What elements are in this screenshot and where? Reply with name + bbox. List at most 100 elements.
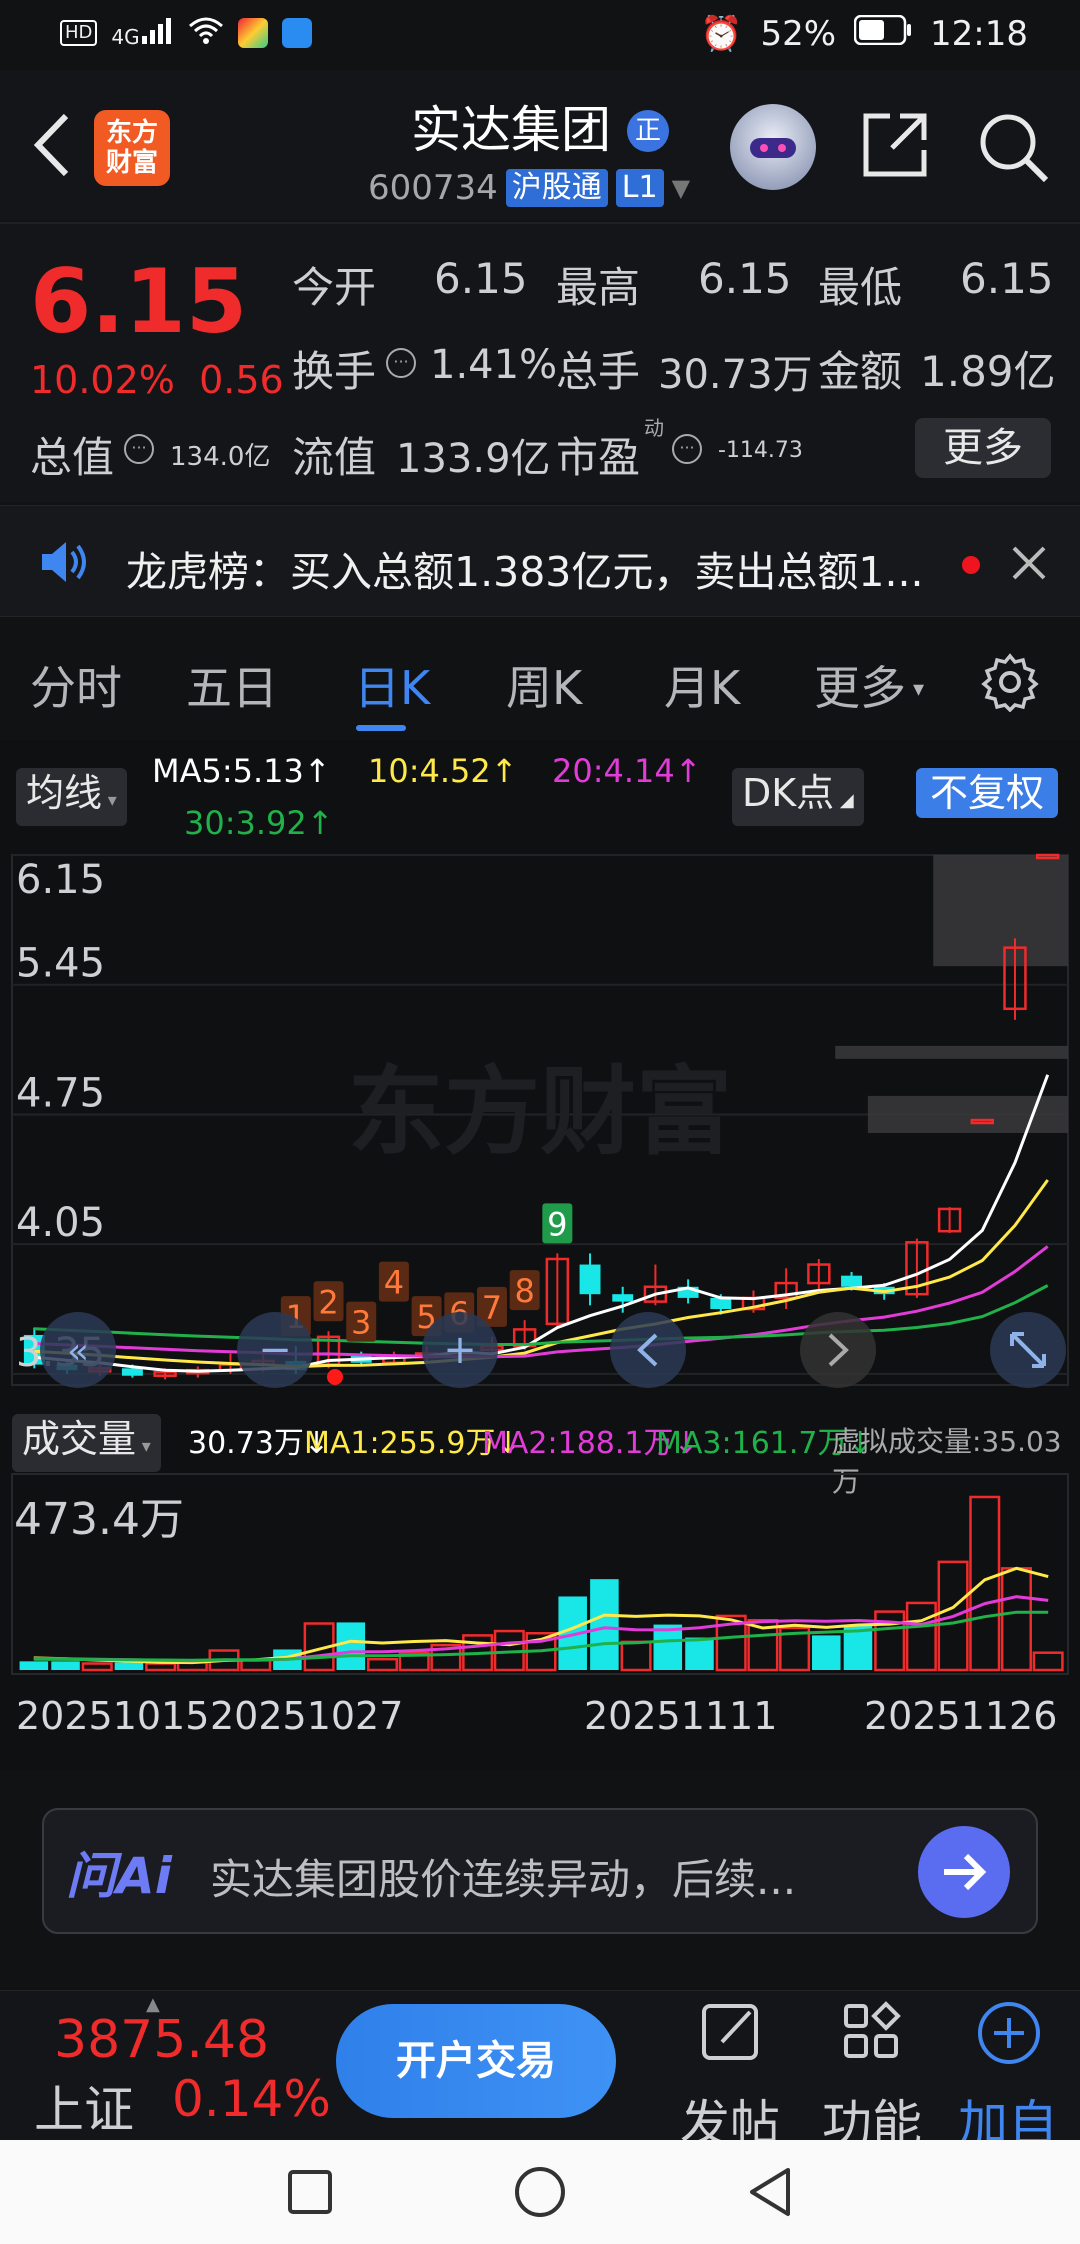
tab-daily-k[interactable]: 日K xyxy=(354,652,430,718)
signal-icon: 4G xyxy=(111,17,173,49)
ma30-label: 30:3.92↑ xyxy=(184,804,334,842)
watermark: 东方财富 xyxy=(348,1056,732,1168)
y-tick-label: 4.05 xyxy=(16,1200,105,1246)
post-edit-icon[interactable] xyxy=(700,2000,764,2068)
hd-indicator: HD xyxy=(60,20,98,46)
td-sequence: 123456789 xyxy=(280,1203,573,1342)
candle-body xyxy=(579,1264,601,1295)
index-change[interactable]: 0.14% xyxy=(172,2070,331,2128)
low-label: 最低 xyxy=(818,263,903,312)
adjust-button[interactable]: 不复权 xyxy=(916,768,1059,818)
price-zone-shading xyxy=(835,855,1068,1133)
tab-weekly-k[interactable]: 周K xyxy=(506,652,582,718)
close-icon[interactable] xyxy=(1010,544,1048,586)
td-count: 7 xyxy=(482,1289,502,1327)
robot-avatar-icon[interactable] xyxy=(730,104,816,190)
recent-apps-icon[interactable] xyxy=(286,2168,334,2220)
share-icon[interactable] xyxy=(860,110,930,184)
td-count: 8 xyxy=(514,1272,534,1310)
last-price: 6.15 xyxy=(30,250,248,353)
search-icon[interactable] xyxy=(976,110,1050,188)
zoom-in-glyph: + xyxy=(443,1327,477,1373)
tab-monthly-k[interactable]: 月K xyxy=(664,652,740,718)
volume-max-label: 473.4万 xyxy=(14,1494,184,1545)
dk-point-marker xyxy=(327,1369,343,1385)
app-notification-icon xyxy=(237,18,268,48)
stock-code-row[interactable]: 600734 沪股通 L1 ▼ xyxy=(368,168,690,208)
ai-brand: 问Ai xyxy=(66,1847,172,1905)
more-quote-button[interactable]: 更多 xyxy=(915,418,1051,478)
speaker-icon xyxy=(38,540,90,588)
volume-bar xyxy=(51,1661,80,1670)
ma10-label: 10:4.52↑ xyxy=(368,752,518,790)
stock-code: 600734 xyxy=(368,168,498,208)
td-count: 9 xyxy=(547,1205,567,1243)
volume-bar xyxy=(685,1637,714,1670)
volume-bar xyxy=(114,1662,144,1670)
high-label: 最高 xyxy=(556,263,641,312)
settings-gear-icon[interactable] xyxy=(980,652,1040,716)
y-ticks: 6.155.454.754.053.35 xyxy=(16,857,105,1376)
status-left: HD 4G xyxy=(60,16,312,50)
tab-intraday[interactable]: 分时 xyxy=(30,652,122,718)
amount-value: 1.89亿 xyxy=(920,347,1056,396)
corner-arrow-icon: ◢ xyxy=(834,790,854,811)
home-icon[interactable] xyxy=(512,2164,568,2224)
info-dots-icon[interactable]: ··· xyxy=(386,348,416,378)
change-abs: 0.56 xyxy=(199,358,284,402)
amount-label: 金额 xyxy=(818,347,903,396)
volume-bar xyxy=(1000,1567,1032,1672)
open-account-trade-button[interactable]: 开户交易 xyxy=(336,2004,616,2118)
pressure-zone xyxy=(933,855,1068,967)
volume-select-button[interactable]: 成交量 ▾ xyxy=(12,1414,161,1472)
index-value[interactable]: 3875.48 xyxy=(54,2010,269,2070)
dk-point-button[interactable]: DK点 ◢ xyxy=(732,768,864,826)
caret-down-icon: ▾ xyxy=(136,1436,151,1457)
ma5-label: MA5:5.13↑ xyxy=(152,752,331,790)
kline-chart[interactable]: 东方财富 123456789 6.155.454.754.053.35 « − … xyxy=(0,845,1080,1405)
nav-back-icon[interactable] xyxy=(744,2164,796,2224)
float-label: 流值 xyxy=(292,433,377,482)
volume-bar xyxy=(145,1662,177,1672)
open-field: 今开 xyxy=(292,254,376,315)
candle-body xyxy=(841,1275,862,1287)
pressure-zone xyxy=(835,1045,1068,1059)
clock: 12:18 xyxy=(930,14,1028,54)
volume-ma-line xyxy=(33,1566,1049,1665)
pe-superscript: 动 xyxy=(644,416,664,440)
stock-name-text: 实达集团 xyxy=(411,101,612,159)
volume-ma-line xyxy=(33,1610,1049,1662)
functions-grid-icon[interactable] xyxy=(840,2000,904,2068)
ma-select-button[interactable]: 均线 ▾ xyxy=(16,768,127,826)
tab-five-day[interactable]: 五日 xyxy=(186,652,278,718)
exchange-tag: 沪股通 xyxy=(505,169,608,207)
float-value: 133.9亿 xyxy=(396,436,551,482)
caret-down-icon: ▾ xyxy=(102,790,117,811)
td-count: 4 xyxy=(384,1264,404,1302)
tab-more[interactable]: 更多 ▾ xyxy=(814,652,924,718)
tab-more-label: 更多 xyxy=(814,661,906,715)
td-count: 2 xyxy=(318,1283,338,1321)
date-label: 20251015 xyxy=(16,1694,210,1738)
wifi-icon xyxy=(188,16,224,50)
index-name[interactable]: 上证 xyxy=(34,2070,134,2142)
rewind-glyph: « xyxy=(67,1331,89,1372)
info-dots-icon[interactable]: ··· xyxy=(672,434,702,464)
volume-bar xyxy=(81,1662,113,1672)
ma20-label: 20:4.14↑ xyxy=(552,752,702,790)
scroll-right-icon[interactable] xyxy=(800,1312,876,1388)
add-watchlist-icon[interactable] xyxy=(976,2000,1042,2070)
caret-down-icon: ▾ xyxy=(906,677,925,702)
y-tick-label: 5.45 xyxy=(16,941,105,987)
open-label: 今开 xyxy=(292,263,377,312)
change-pct: 10.02% xyxy=(30,358,175,402)
active-tab-indicator xyxy=(356,725,406,731)
volume-chart[interactable]: 473.4万 xyxy=(0,1470,1080,1680)
scroll-left-icon[interactable] xyxy=(610,1312,686,1388)
volume-bar xyxy=(1032,1651,1064,1672)
info-dots-icon[interactable]: ··· xyxy=(124,434,154,464)
status-bar: HD 4G ⏰ 52% 12:18 xyxy=(0,0,1080,70)
candle-body xyxy=(612,1294,634,1302)
open-value: 6.15 xyxy=(434,254,528,303)
ai-send-button[interactable] xyxy=(918,1826,1010,1918)
